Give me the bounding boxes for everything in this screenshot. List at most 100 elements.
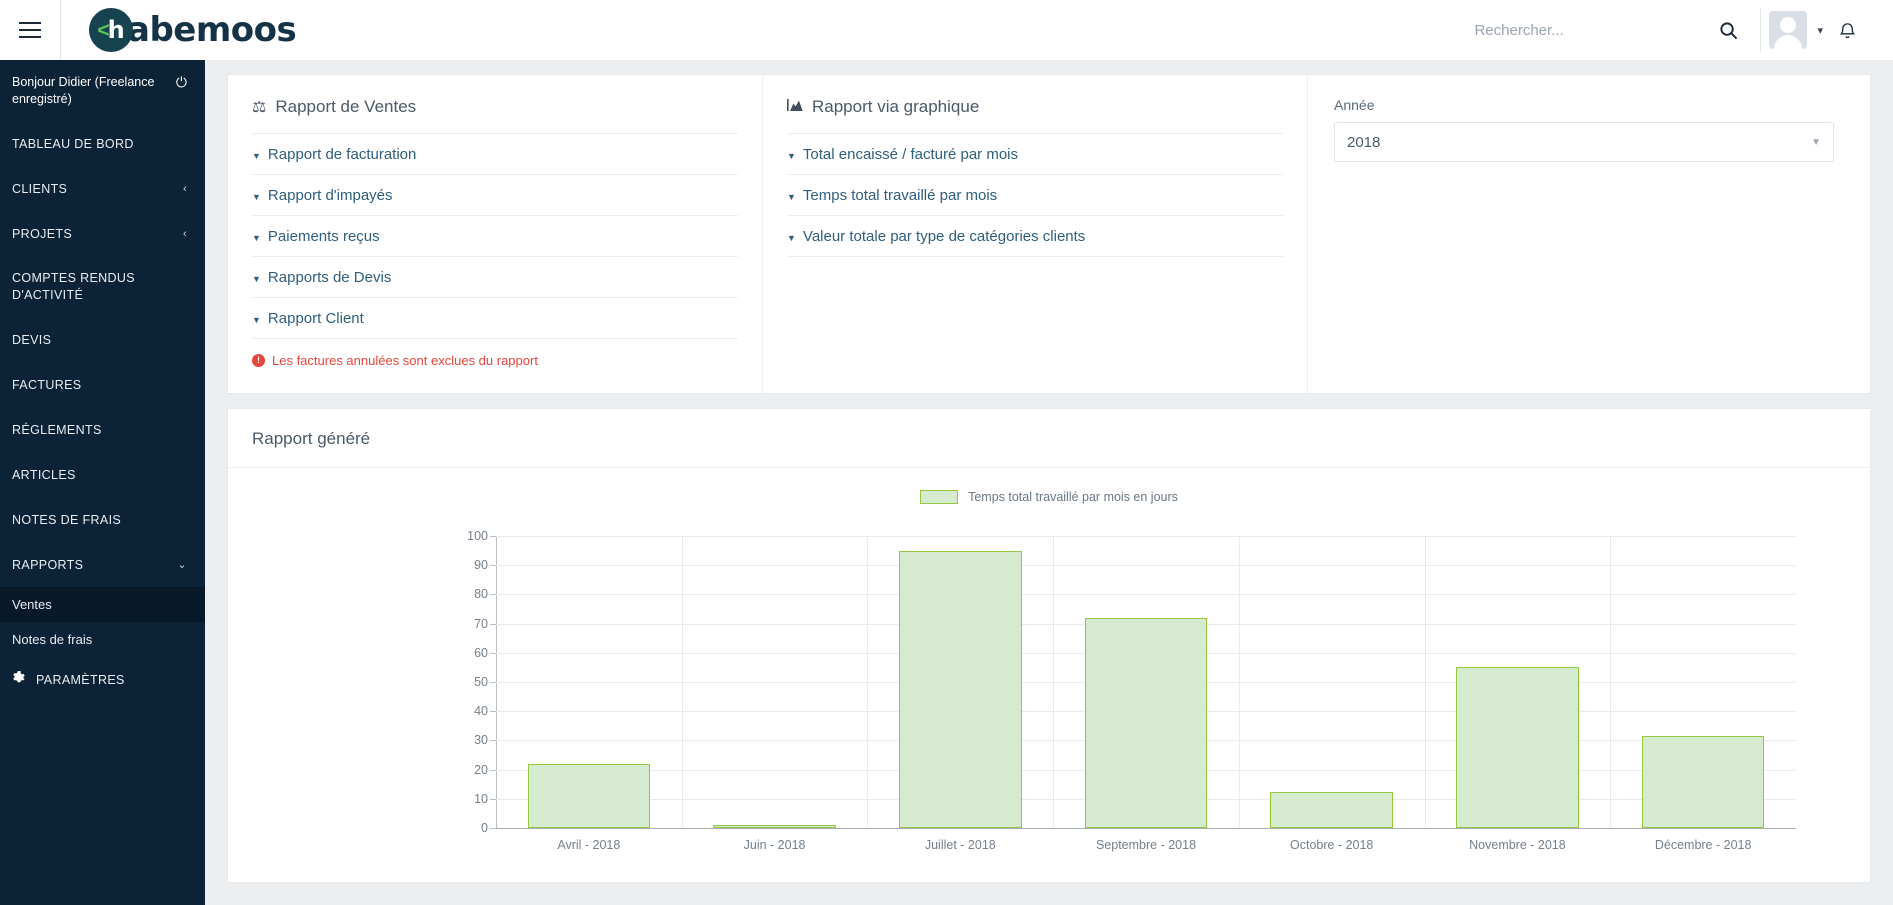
graph-link-label: Temps total travaillé par mois: [802, 187, 998, 204]
chart-bar[interactable]: [527, 763, 651, 828]
cancelled-invoices-note: ! Les factures annulées sont exclues du …: [252, 339, 738, 368]
grid-line: [496, 594, 1796, 596]
y-axis-tick: [490, 594, 496, 596]
caret-down-icon: ▼: [252, 314, 261, 325]
app-root: < h abemoos ▾: [0, 0, 1893, 905]
sidebar-subitem-label: Notes de frais: [12, 632, 93, 648]
hamburger-icon[interactable]: [0, 0, 60, 60]
chart-bar[interactable]: [713, 825, 836, 828]
graph-link-temps-total-travaille-par-mois[interactable]: ▼ Temps total travaillé par mois: [787, 175, 1283, 216]
sidebar-subitem-notes-de-frais[interactable]: Notes de frais: [0, 622, 205, 657]
caret-down-icon: ▼: [787, 191, 796, 202]
chart-bar[interactable]: [899, 550, 1022, 828]
sidebar-item-projets[interactable]: PROJETS ‹: [0, 212, 205, 257]
y-axis-tick: [490, 536, 496, 537]
sidebar-subitem-label: Ventes: [12, 597, 52, 613]
y-axis-label: 30: [474, 733, 488, 748]
chart-legend: Temps total travaillé par mois en jours: [228, 490, 1870, 504]
report-link-paiements-recus[interactable]: ▼ Paiements reçus: [252, 216, 738, 257]
chart-bar[interactable]: [1641, 736, 1765, 828]
gear-icon: [12, 671, 26, 688]
exclamation-circle-icon: !: [252, 354, 265, 367]
page-title: Rapport généré: [228, 409, 1870, 468]
sidebar-item-parametres[interactable]: PARAMÈTRES: [0, 657, 205, 702]
graph-link-label: Valeur totale par type de catégories cli…: [802, 228, 1086, 245]
x-axis-label: Juin - 2018: [743, 838, 806, 852]
sidebar-item-label: DEVIS: [12, 333, 52, 348]
report-link-label: Rapport Client: [267, 310, 364, 327]
sidebar-item-label: COMPTES RENDUS D'ACTIVITÉ: [12, 271, 135, 303]
power-icon[interactable]: ⏻: [176, 74, 187, 91]
sidebar-item-notes-de-frais[interactable]: NOTES DE FRAIS: [0, 498, 205, 543]
top-bar: < h abemoos ▾: [0, 0, 1893, 60]
caret-down-icon: ▼: [252, 191, 261, 202]
search-input[interactable]: [1474, 21, 1705, 39]
sidebar-item-rapports[interactable]: RAPPORTS ⌄: [0, 543, 205, 588]
sidebar-subitem-ventes[interactable]: Ventes: [0, 587, 205, 623]
grid-line: [1053, 536, 1055, 828]
sidebar-item-comptes-rendus-activite[interactable]: COMPTES RENDUS D'ACTIVITÉ: [0, 256, 205, 318]
year-select-value: 2018: [1347, 133, 1381, 151]
top-bar-actions: ▾: [1474, 0, 1893, 60]
y-axis-tick: [490, 740, 496, 742]
search-icon[interactable]: [1704, 0, 1752, 60]
grid-line: [496, 536, 1796, 537]
report-link-rapport-impayes[interactable]: ▼ Rapport d'impayés: [252, 175, 738, 216]
balance-scale-icon: ⚖: [252, 99, 267, 116]
sidebar-greeting: Bonjour Didier (Freelance enregistré) ⏻: [0, 60, 205, 122]
chevron-down-icon: ▼: [1811, 136, 1821, 148]
sidebar-item-label: PARAMÈTRES: [36, 672, 125, 687]
caret-down-icon: ▼: [252, 273, 261, 284]
y-axis-label: 100: [467, 529, 488, 543]
chart-bar[interactable]: [1084, 617, 1208, 828]
legend-swatch: [920, 490, 959, 504]
y-axis-label: 90: [474, 558, 488, 573]
grid-line: [1424, 536, 1426, 828]
caret-down-icon: ▼: [252, 232, 261, 243]
grid-line: [496, 828, 1796, 829]
report-link-label: Rapport d'impayés: [267, 187, 393, 204]
graph-link-total-encaisse-facture-par-mois[interactable]: ▼ Total encaissé / facturé par mois: [787, 134, 1283, 175]
avatar[interactable]: [1769, 11, 1808, 49]
sidebar-item-factures[interactable]: FACTURES: [0, 363, 205, 408]
report-link-rapport-de-facturation[interactable]: ▼ Rapport de facturation: [252, 134, 738, 175]
generated-report-card: Rapport généré Temps total travaillé par…: [227, 408, 1871, 883]
panel-title: Rapport via graphique: [812, 97, 980, 116]
bell-icon[interactable]: [1823, 0, 1871, 60]
graph-link-valeur-totale-par-type-categories-clients[interactable]: ▼ Valeur totale par type de catégories c…: [787, 216, 1283, 257]
sidebar: Bonjour Didier (Freelance enregistré) ⏻ …: [0, 60, 205, 905]
report-link-label: Rapport de facturation: [267, 146, 417, 163]
y-axis-label: 40: [474, 704, 488, 719]
x-axis-label: Septembre - 2018: [1095, 838, 1197, 852]
y-axis-tick: [490, 828, 496, 829]
chevron-left-icon: ‹: [182, 182, 187, 195]
chart-bar[interactable]: [1456, 667, 1579, 828]
y-axis-tick: [490, 652, 496, 654]
sidebar-item-articles[interactable]: ARTICLES: [0, 453, 205, 498]
sidebar-item-label: ARTICLES: [12, 467, 76, 482]
sidebar-item-tableau-de-bord[interactable]: TABLEAU DE BORD: [0, 122, 205, 167]
caret-down-icon: ▼: [252, 150, 261, 161]
chart-bar[interactable]: [1270, 791, 1393, 828]
grid-line: [1238, 536, 1240, 828]
report-link-label: Paiements reçus: [267, 228, 380, 245]
year-label: Année: [1334, 97, 1375, 113]
report-link-rapport-client[interactable]: ▼ Rapport Client: [252, 298, 738, 339]
search-box[interactable]: [1474, 0, 1752, 60]
main-content: ⚖ Rapport de Ventes ▼ Rapport de factura…: [205, 60, 1893, 905]
x-axis-label: Juillet - 2018: [924, 838, 996, 852]
y-axis-label: 20: [474, 762, 488, 777]
sidebar-item-clients[interactable]: CLIENTS ‹: [0, 167, 205, 212]
brand-logo[interactable]: < h abemoos: [61, 0, 297, 60]
sidebar-item-reglements[interactable]: RÉGLEMENTS: [0, 408, 205, 453]
sidebar-item-label: FACTURES: [12, 378, 82, 392]
y-axis-label: 50: [474, 675, 488, 689]
note-text: Les factures annulées sont exclues du ra…: [272, 353, 538, 368]
report-link-rapports-de-devis[interactable]: ▼ Rapports de Devis: [252, 257, 738, 298]
sales-report-panel: ⚖ Rapport de Ventes ▼ Rapport de factura…: [228, 75, 763, 393]
sidebar-item-label: PROJETS: [12, 226, 73, 241]
reports-selection-card: ⚖ Rapport de Ventes ▼ Rapport de factura…: [227, 74, 1871, 394]
year-select[interactable]: 2018 ▼: [1334, 122, 1834, 162]
sidebar-item-devis[interactable]: DEVIS: [0, 318, 205, 363]
divider: [1760, 8, 1762, 52]
